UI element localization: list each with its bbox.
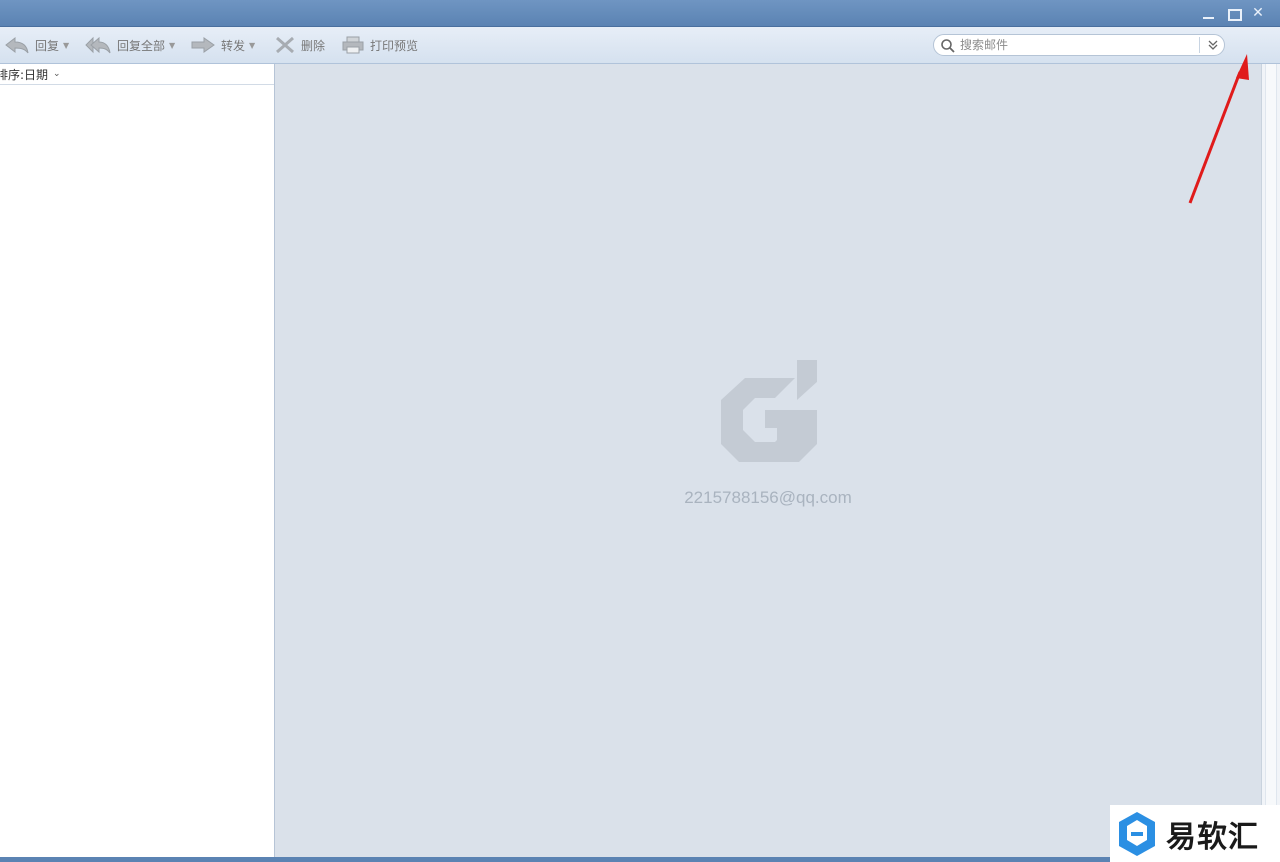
reply-button[interactable]: 回复 ▼ xyxy=(5,35,69,55)
reply-all-button[interactable]: 回复全部 ▼ xyxy=(85,35,175,55)
hexagon-logo-icon xyxy=(1119,811,1155,856)
minimize-button[interactable] xyxy=(1197,4,1219,22)
account-email: 2215788156@qq.com xyxy=(684,488,852,507)
search-box[interactable] xyxy=(933,34,1225,56)
reply-dropdown-icon[interactable]: ▼ xyxy=(63,41,69,50)
watermark: 易软汇 xyxy=(1110,805,1280,862)
forward-dropdown-icon[interactable]: ▼ xyxy=(249,41,255,50)
reply-all-icon xyxy=(85,36,111,54)
sort-label: 排序:日期 xyxy=(0,67,49,82)
window-bottom-border xyxy=(0,857,1280,862)
chevron-down-icon: ⌄ xyxy=(53,69,61,79)
sort-selector[interactable]: 排序:日期 ⌄ xyxy=(0,64,274,85)
forward-button[interactable]: 转发 ▼ xyxy=(191,35,255,55)
maximize-button[interactable] xyxy=(1222,4,1244,22)
double-chevron-down-icon xyxy=(1208,40,1218,50)
close-button[interactable]: ✕ xyxy=(1247,4,1269,22)
delete-button[interactable]: 删除 xyxy=(275,35,325,55)
scroll-track[interactable] xyxy=(1265,64,1277,858)
print-icon xyxy=(342,36,364,54)
watermark-text: 易软汇 xyxy=(1166,819,1259,855)
mail-list-pane: 排序:日期 ⌄ xyxy=(0,64,275,858)
reply-icon xyxy=(5,36,29,54)
reply-all-label: 回复全部 xyxy=(117,38,166,53)
forward-label: 转发 xyxy=(221,38,246,53)
search-options-button[interactable] xyxy=(1204,36,1222,54)
vertical-scrollbar[interactable] xyxy=(1261,64,1280,858)
reply-label: 回复 xyxy=(35,38,60,53)
delete-icon xyxy=(276,36,294,54)
search-input[interactable] xyxy=(960,37,1195,53)
forward-icon xyxy=(191,37,215,53)
title-bar: ✕ xyxy=(0,0,1280,27)
preview-pane: 2215788156@qq.com xyxy=(275,64,1261,858)
foxmail-logo-icon xyxy=(721,360,817,462)
reply-all-dropdown-icon[interactable]: ▼ xyxy=(169,41,175,50)
search-divider xyxy=(1199,37,1200,53)
delete-label: 删除 xyxy=(301,38,326,53)
print-preview-button[interactable]: 打印预览 xyxy=(342,35,418,55)
search-icon xyxy=(941,39,955,53)
print-preview-label: 打印预览 xyxy=(370,38,419,53)
